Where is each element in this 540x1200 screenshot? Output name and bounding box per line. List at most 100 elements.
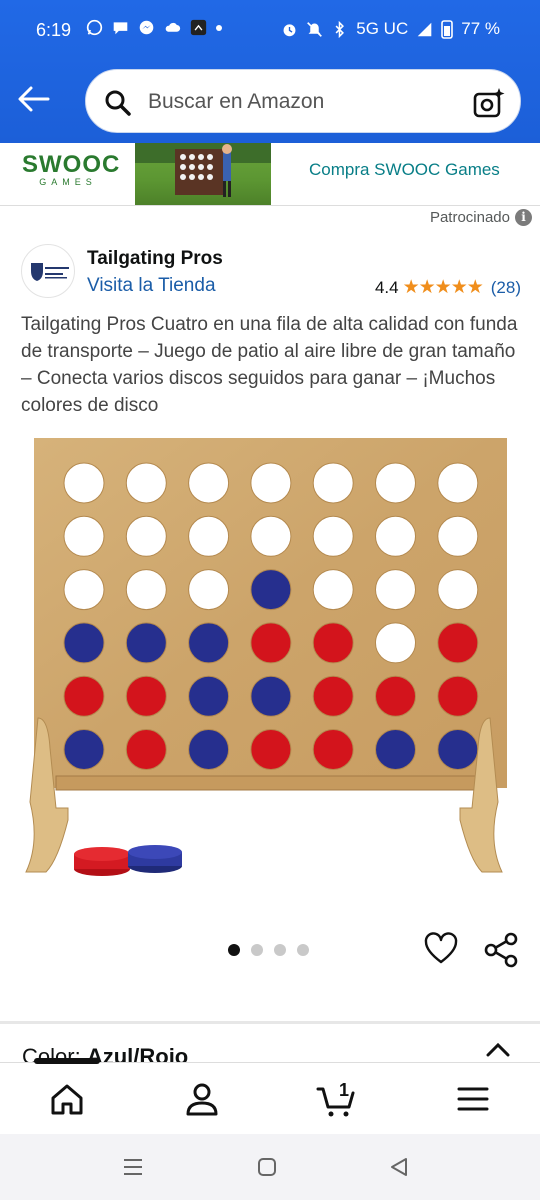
back-arrow-icon[interactable]: [16, 84, 50, 114]
swooc-logo: SWOOC GAMES: [22, 151, 121, 199]
seller-name: Tailgating Pros: [87, 248, 223, 269]
board-hole: [188, 569, 230, 611]
ad-photo-illustration: [135, 143, 271, 197]
rating-summary[interactable]: 4.4 ★★★★★ (28): [375, 276, 521, 299]
board-hole: [125, 515, 167, 557]
battery-percent: 77 %: [461, 19, 500, 38]
product-title: Tailgating Pros Cuatro en una fila de al…: [21, 314, 518, 416]
red-disc: [312, 729, 354, 770]
star-rating-icon: ★★★★★: [402, 277, 484, 298]
blue-disc: [437, 729, 479, 770]
red-disc: [312, 675, 354, 717]
signal-icon: [417, 22, 432, 36]
mute-icon: [307, 21, 323, 37]
blue-disc: [375, 729, 416, 770]
active-tab-indicator: [34, 1058, 100, 1064]
blue-disc: [188, 675, 230, 717]
board-hole: [125, 462, 167, 504]
carousel-dot-3[interactable]: [274, 944, 286, 956]
board-hole: [312, 515, 354, 557]
red-disc: [125, 675, 167, 717]
ad-cta-link[interactable]: Compra SWOOC Games: [309, 160, 500, 180]
rating-value: 4.4: [374, 277, 399, 297]
board-hole: [250, 462, 292, 504]
network-type: 5G UC: [356, 19, 409, 38]
board-hole: [188, 515, 230, 557]
board-hole: [312, 462, 354, 504]
blue-disc: [250, 675, 292, 717]
board-hole: [63, 569, 105, 611]
carousel-dot-2[interactable]: [251, 944, 263, 956]
app-notification-icon: [190, 19, 207, 36]
blue-disc: [63, 729, 105, 770]
cart-count-badge: 1: [339, 1080, 350, 1100]
connect-four-board-image: [25, 438, 507, 876]
board-hole: [375, 462, 416, 504]
red-disc: [63, 675, 105, 717]
review-count-link[interactable]: (28): [491, 278, 521, 298]
board-hole: [312, 569, 354, 611]
red-disc: [375, 675, 416, 717]
board-hole: [375, 622, 416, 664]
search-icon: [105, 90, 131, 116]
visit-store-link[interactable]: Visita la Tienda: [87, 275, 216, 297]
board-hole: [188, 462, 230, 504]
board-hole: [250, 515, 292, 557]
cart-icon[interactable]: [316, 1079, 356, 1119]
home-icon[interactable]: [47, 1079, 87, 1119]
home-button-icon[interactable]: [256, 1156, 278, 1178]
ad-brand: SWOOC: [22, 151, 121, 178]
blue-disc: [63, 622, 105, 664]
seller-logo-avatar[interactable]: [21, 244, 75, 298]
red-disc: [437, 675, 479, 717]
blue-disc: [250, 569, 292, 611]
tailgating-pros-logo-icon: [31, 263, 69, 281]
seller-header: Tailgating Pros Visita la Tienda 4.4 ★★★…: [21, 244, 521, 300]
red-disc-stack: [74, 847, 130, 876]
cloud-icon: [165, 22, 181, 32]
section-divider: [0, 1021, 540, 1024]
messenger-icon: [139, 20, 154, 35]
system-navigation-bar: [0, 1134, 540, 1200]
status-bar: 6:19 5G UC 77 %: [0, 0, 540, 62]
board-hole: [375, 569, 416, 611]
system-status-icons: 5G UC 77 %: [281, 19, 500, 39]
board-hole: [63, 462, 105, 504]
menu-icon[interactable]: [453, 1079, 493, 1119]
blue-disc: [188, 622, 230, 664]
share-icon[interactable]: [482, 931, 520, 969]
chevron-up-icon[interactable]: [484, 1040, 512, 1060]
camera-search-icon[interactable]: [472, 86, 506, 120]
carousel-dot-1[interactable]: [228, 944, 240, 956]
recent-apps-icon[interactable]: [121, 1156, 145, 1178]
red-disc: [437, 622, 479, 664]
bluetooth-icon: [335, 20, 345, 38]
bottom-navigation: [0, 1058, 540, 1134]
account-icon[interactable]: [182, 1079, 222, 1119]
blue-disc: [188, 729, 230, 770]
sponsored-label[interactable]: Patrocinado i: [430, 209, 532, 226]
sponsored-ad-banner[interactable]: SWOOC GAMES Compra SWOOC Games: [0, 143, 540, 206]
search-bar[interactable]: Buscar en Amazon: [85, 69, 521, 133]
alarm-icon: [283, 23, 296, 36]
whatsapp-icon: [86, 19, 103, 36]
ad-image: [135, 143, 271, 205]
chat-bubble-icon: [113, 22, 128, 35]
back-button-icon[interactable]: [388, 1156, 410, 1178]
board-hole: [125, 569, 167, 611]
image-carousel-indicators[interactable]: [228, 944, 309, 956]
carousel-dot-4[interactable]: [297, 944, 309, 956]
battery-icon: [441, 20, 454, 39]
search-input[interactable]: Buscar en Amazon: [148, 90, 324, 114]
red-disc: [312, 622, 354, 664]
product-image[interactable]: [20, 432, 520, 892]
board-hole: [437, 515, 479, 557]
board-hole: [437, 569, 479, 611]
board-hole: [375, 515, 416, 557]
red-disc: [125, 729, 167, 770]
heart-icon[interactable]: [423, 931, 459, 967]
red-disc: [250, 622, 292, 664]
info-icon[interactable]: i: [515, 209, 532, 226]
more-notifications-dot: [216, 24, 222, 31]
red-disc: [250, 729, 292, 770]
